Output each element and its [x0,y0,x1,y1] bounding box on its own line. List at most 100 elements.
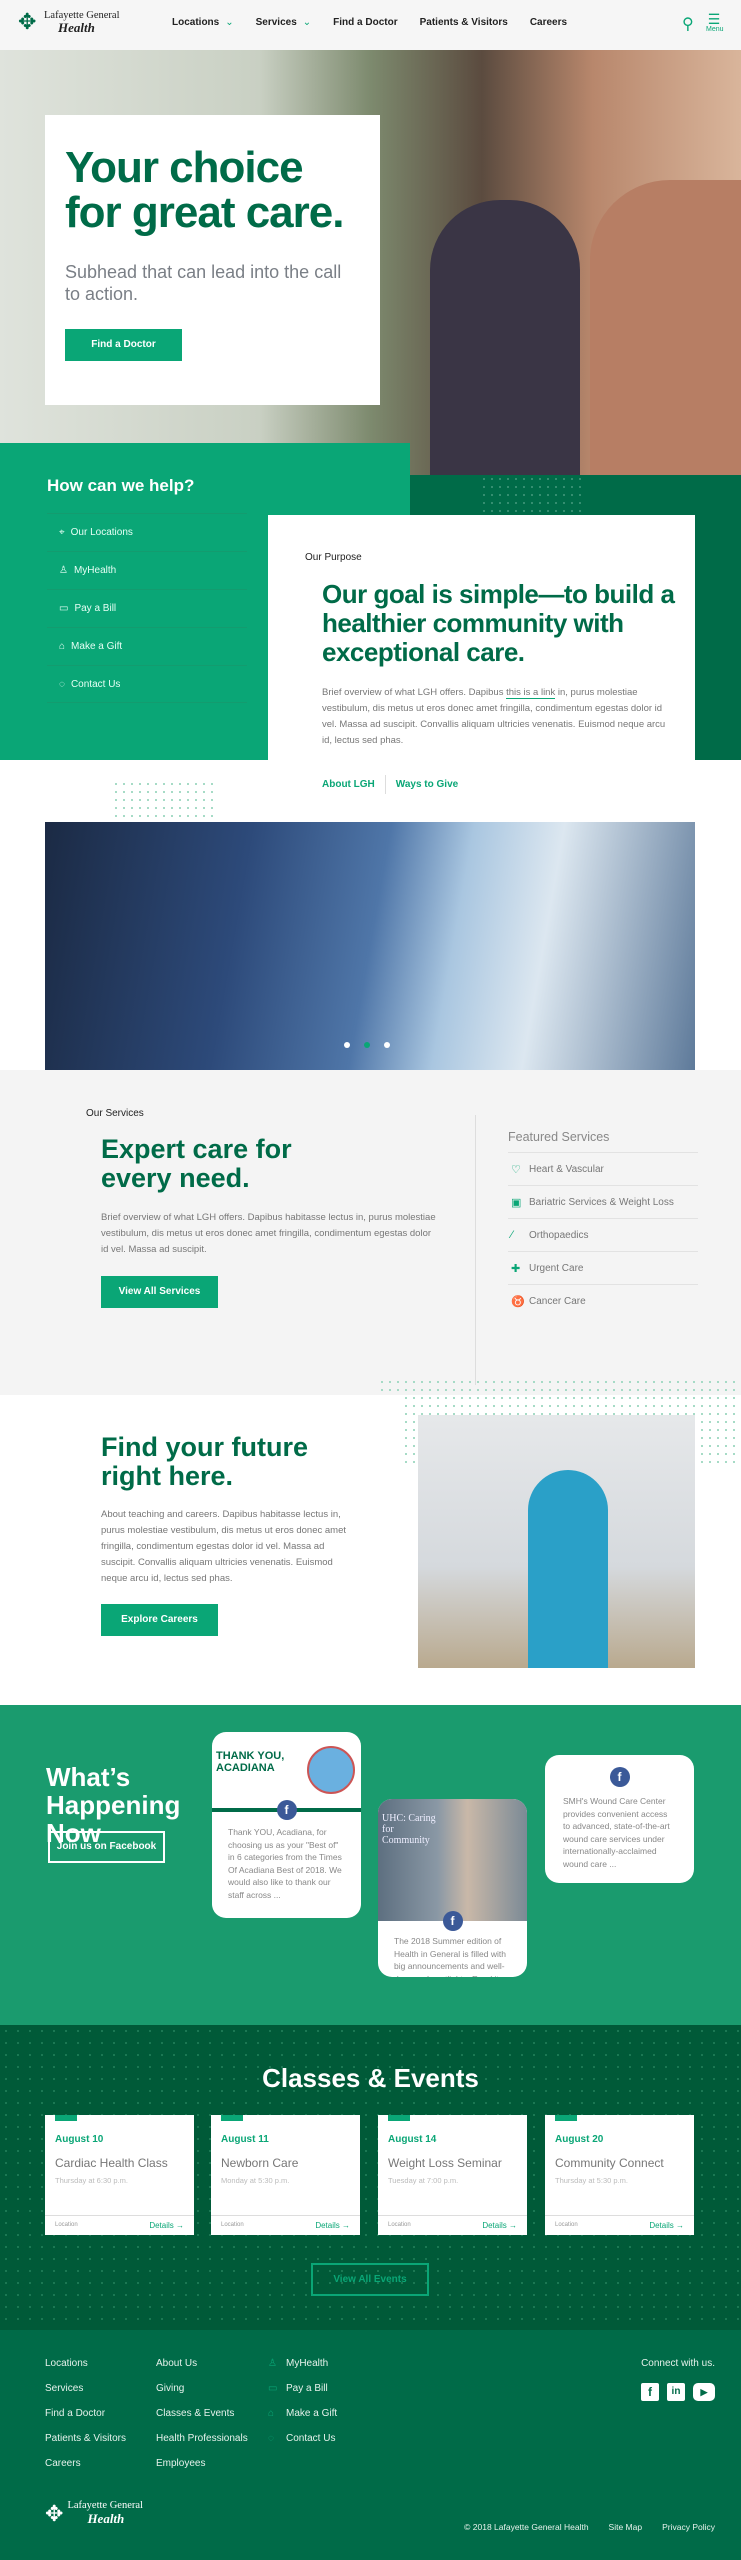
inline-link[interactable]: this is a link [506,687,556,699]
find-doctor-button[interactable]: Find a Doctor [65,329,182,361]
site-map-link[interactable]: Site Map [609,2522,643,2532]
event-card[interactable]: August 10 Cardiac Health Class Thursday at… [45,2115,194,2235]
facebook-icon: f [609,1767,630,1787]
bone-icon: ⁄ [511,1229,513,1241]
slide-dot[interactable] [384,1042,390,1048]
post-image: UHC: Caring for Community [378,1799,527,1921]
news-post[interactable]: UHC: Caring for Community f The 2018 Sum… [378,1799,527,1977]
footer-link[interactable]: Find a Doctor [45,2408,126,2433]
hero-subhead: Subhead that can lead into the call to a… [65,262,342,304]
service-urgent[interactable]: ✚ Urgent Care [508,1252,698,1285]
logo-cross-icon: ✥ [18,9,37,34]
user-icon: ♙ [59,565,68,576]
view-all-services-button[interactable]: View All Services [101,1276,218,1308]
menu-button[interactable]: ☰ Menu [706,11,724,33]
help-item-pay-bill[interactable]: ▭ Pay a Bill [47,589,247,627]
hero-card: Your choice for great care. Subhead that… [45,115,380,405]
footer: Locations Services Find a Doctor Patients &… [0,2330,741,2560]
footer-link[interactable]: Services [45,2383,126,2408]
search-icon[interactable]: ⚲ [682,14,694,34]
service-ortho[interactable]: ⁄ Orthopaedics [508,1219,698,1252]
careers-image [418,1415,695,1668]
footer-link[interactable]: Employees [156,2458,248,2483]
credit-card-icon: ▭ [59,603,69,614]
help-item-contact[interactable]: ◌ Contact Us [47,665,247,703]
nav-locations[interactable]: Locations ⌄ [172,17,234,28]
view-all-events-button[interactable]: View All Events [311,2263,429,2296]
help-item-myhealth[interactable]: ♙ MyHealth [47,551,247,589]
footer-link[interactable]: Patients & Visitors [45,2433,126,2458]
join-facebook-button[interactable]: Join us on Facebook [48,1831,165,1863]
logo-cross-icon: ✥ [45,2500,64,2526]
news-post[interactable]: THANK YOU, ACADIANA f Thank YOU, Acadian… [212,1732,361,1918]
nav-services[interactable]: Services ⌄ [256,17,312,28]
gift-icon: ⌂ [268,2408,275,2419]
event-card[interactable]: August 14 Weight Loss Seminar Tuesday at 7… [378,2115,527,2235]
careers-card: Find your future right here. About teach… [0,1395,400,1660]
about-lgh-link[interactable]: About LGH [322,775,385,794]
footer-myhealth[interactable]: ♙ MyHealth [268,2358,337,2383]
scale-icon: ▣ [511,1196,522,1209]
map-pin-icon: ⌖ [59,527,65,538]
services-section: Our Services Expert care for every need.… [0,1070,741,1395]
details-link[interactable]: Details → [649,2221,684,2230]
slide-dot[interactable] [344,1042,350,1048]
hero-title: Your choice for great care. [65,143,344,237]
nav-find-doctor[interactable]: Find a Doctor [333,17,397,28]
credit-card-icon: ▭ [268,2383,278,2394]
facebook-icon: f [276,1800,297,1820]
nav-careers[interactable]: Careers [530,17,567,28]
chat-icon: ◌ [268,2433,274,2444]
footer-link[interactable]: About Us [156,2358,248,2383]
footer-link[interactable]: Locations [45,2358,126,2383]
services-title: Expert care for every need. [101,1134,292,1193]
featured-services: Featured Services ♡ Heart & Vascular ▣ Bar… [508,1130,698,1318]
cross-icon: ✚ [511,1262,521,1275]
explore-careers-button[interactable]: Explore Careers [101,1604,218,1636]
chat-icon: ◌ [59,678,65,690]
news-section: What’s Happening Now Join us on Facebook… [0,1705,741,2025]
chevron-down-icon: ⌄ [302,17,312,28]
event-card[interactable]: August 20 Community Connect Thursday at 5:… [545,2115,694,2235]
event-card[interactable]: August 11 Newborn Care Monday at 5:30 p.m.… [211,2115,360,2235]
footer-link[interactable]: Careers [45,2458,126,2483]
service-heart[interactable]: ♡ Heart & Vascular [508,1153,698,1186]
user-icon: ♙ [268,2358,277,2369]
footer-logo[interactable]: ✥ Lafayette General Health [45,2500,143,2527]
purpose-title: Our goal is simple—to build a healthier … [322,579,675,667]
help-item-locations[interactable]: ⌖ Our Locations [47,513,247,551]
footer-pay-bill[interactable]: ▭ Pay a Bill [268,2383,337,2408]
service-cancer[interactable]: ♉ Cancer Care [508,1285,698,1318]
ribbon-icon: ♉ [511,1296,525,1308]
slider-dots [344,1042,390,1048]
hamburger-icon: ☰ [707,11,721,27]
purpose-card: Our Purpose Our goal is simple—to build … [268,515,695,760]
privacy-policy-link[interactable]: Privacy Policy [662,2522,715,2532]
help-title: How can we help? [47,476,195,495]
main-nav: Locations ⌄ Services ⌄ Find a Doctor Patie… [172,17,567,28]
chevron-down-icon: ⌄ [225,17,234,28]
logo[interactable]: ✥ Lafayette General Health [18,9,120,35]
linkedin-icon[interactable]: in [667,2383,685,2401]
facebook-icon: f [442,1911,463,1931]
slide-dot-active[interactable] [364,1042,370,1048]
facebook-icon[interactable]: f [641,2383,659,2401]
nav-patients-visitors[interactable]: Patients & Visitors [420,17,508,28]
help-item-gift[interactable]: ⌂ Make a Gift [47,627,247,665]
details-link[interactable]: Details → [149,2221,184,2230]
youtube-icon[interactable]: ▶ [693,2383,715,2401]
footer-link[interactable]: Classes & Events [156,2408,248,2433]
footer-gift[interactable]: ⌂ Make a Gift [268,2408,337,2433]
footer-link[interactable]: Health Professionals [156,2433,248,2458]
ways-to-give-link[interactable]: Ways to Give [384,775,468,794]
footer-link[interactable]: Giving [156,2383,248,2408]
details-link[interactable]: Details → [482,2221,517,2230]
gift-icon: ⌂ [59,641,66,652]
footer-contact[interactable]: ◌ Contact Us [268,2433,337,2458]
heart-icon: ♡ [511,1163,521,1176]
news-post[interactable]: f SMH's Wound Care Center provides conve… [545,1755,694,1883]
classes-section: Classes & Events August 10 Cardiac Health… [0,2025,741,2330]
details-link[interactable]: Details → [315,2221,350,2230]
image-slider [45,822,695,1070]
service-bariatric[interactable]: ▣ Bariatric Services & Weight Loss [508,1186,698,1219]
